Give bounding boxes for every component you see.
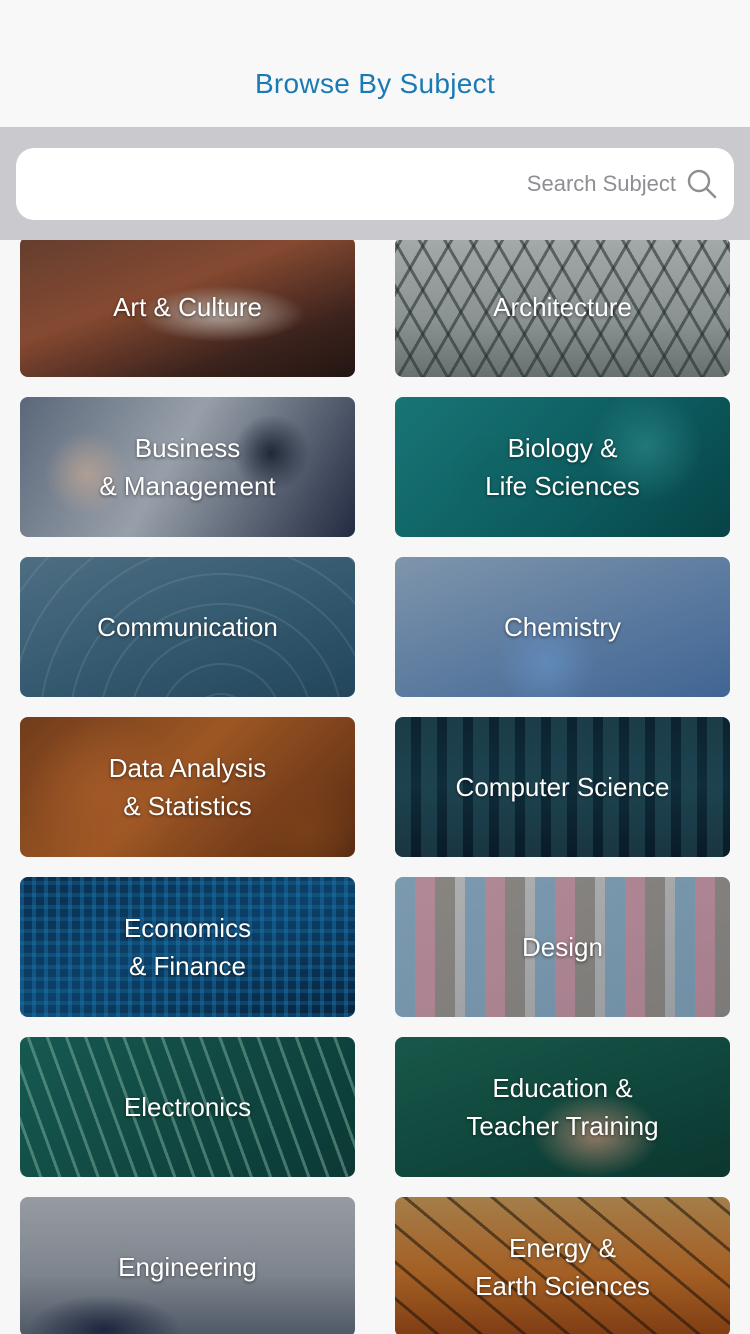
subject-tile-economics-finance[interactable]: Economics & Finance — [20, 877, 355, 1017]
subject-grid: Art & Culture Architecture Business & Ma… — [0, 240, 750, 1334]
tile-label: Architecture — [493, 292, 632, 322]
subject-tile-computer-science[interactable]: Computer Science — [395, 717, 730, 857]
tile-label: Economics & Finance — [123, 913, 252, 981]
subject-tile-biology-life-sciences[interactable]: Biology & Life Sciences — [395, 397, 730, 537]
subject-tile-energy-earth-sciences[interactable]: Energy & Earth Sciences — [395, 1197, 730, 1334]
page-title: Browse By Subject — [254, 68, 496, 99]
tile-label: Computer Science — [455, 772, 670, 802]
tile-label: Communication — [97, 612, 278, 642]
tile-label: Education & Teacher Training — [466, 1073, 659, 1141]
tile-label: Electronics — [123, 1092, 252, 1122]
tile-label: Engineering — [118, 1252, 257, 1282]
subject-tile-engineering[interactable]: Engineering — [20, 1197, 355, 1334]
tile-label: Energy & Earth Sciences — [475, 1233, 650, 1301]
tile-label: Chemistry — [503, 612, 621, 642]
nav-header: Browse By Subject — [0, 0, 750, 128]
subject-tile-architecture[interactable]: Architecture — [395, 240, 730, 377]
tile-label: Design — [522, 932, 603, 962]
search-box[interactable] — [16, 148, 734, 220]
subject-tile-communication[interactable]: Communication — [20, 557, 355, 697]
tile-label: Business & Management — [99, 433, 276, 501]
subject-tile-education-teacher-training[interactable]: Education & Teacher Training — [395, 1037, 730, 1177]
subject-tile-design[interactable]: Design — [395, 877, 730, 1017]
tile-label: Biology & Life Sciences — [485, 433, 640, 501]
search-input[interactable] — [36, 148, 676, 220]
tile-label: Data Analysis & Statistics — [108, 753, 267, 821]
search-icon[interactable] — [686, 168, 718, 200]
search-bar — [0, 128, 750, 240]
subject-tile-art-culture[interactable]: Art & Culture — [20, 240, 355, 377]
tile-label: Art & Culture — [113, 292, 262, 322]
subject-tile-chemistry[interactable]: Chemistry — [395, 557, 730, 697]
subject-tile-data-analysis-statistics[interactable]: Data Analysis & Statistics — [20, 717, 355, 857]
subject-tile-electronics[interactable]: Electronics — [20, 1037, 355, 1177]
subject-tile-business-management[interactable]: Business & Management — [20, 397, 355, 537]
